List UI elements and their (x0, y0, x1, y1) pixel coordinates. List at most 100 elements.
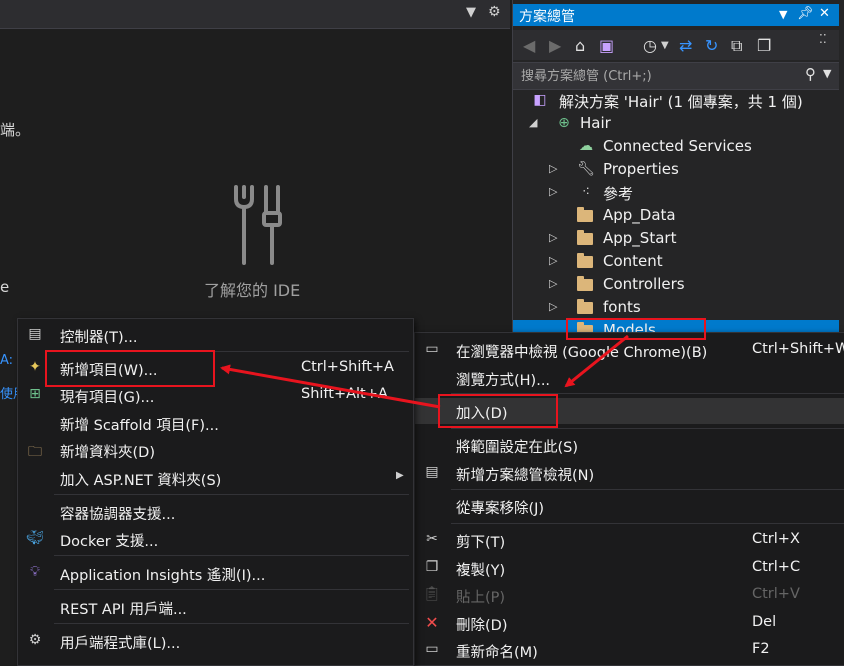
tree-item-label: App_Data (603, 206, 676, 224)
gear-icon[interactable]: ⚙ (488, 4, 501, 20)
tree-item-label: Content (603, 252, 663, 270)
menu-separator (54, 494, 409, 495)
panel-title: 方案總管 (519, 9, 575, 25)
tree-item-folder[interactable]: App_Data (513, 205, 839, 228)
menu-item-new-solution-view[interactable]: ▤ 新增方案總管檢視(N) (415, 460, 844, 486)
tree-item-label: Properties (603, 160, 679, 178)
menu-item-browse-with[interactable]: 瀏覽方式(H)... (415, 365, 844, 391)
refresh-icon[interactable]: ↻ (705, 36, 718, 55)
menu-item-view-in-browser[interactable]: ▭ 在瀏覽器中檢視 (Google Chrome)(B) Ctrl+Shift+… (415, 337, 844, 363)
new-folder-icon: 🗀︎ (28, 444, 42, 460)
collapsed-arrow-icon[interactable]: ▷ (549, 277, 557, 290)
collapsed-arrow-icon[interactable]: ▷ (549, 185, 557, 198)
menu-item-exclude-from-project[interactable]: 從專案移除(J) (415, 493, 844, 519)
menu-item-label: 新增 Scaffold 項目(F)... (60, 418, 219, 434)
menu-item-docker-support[interactable]: 🐳︎ Docker 支援... (18, 526, 413, 552)
folder-icon (577, 207, 593, 222)
folder-icon (577, 276, 593, 291)
tree-item-label: 參考 (603, 185, 634, 203)
tree-item-folder[interactable]: ▷ fonts (513, 297, 839, 320)
menu-item-client-library[interactable]: ⚙ 用戶端程式庫(L)... (18, 628, 413, 654)
link-fragment[interactable]: A: (0, 353, 13, 368)
dropdown-icon[interactable]: ▼ (779, 8, 787, 21)
learn-ide-link[interactable]: 了解您的 IDE (204, 277, 300, 301)
delete-x-icon: ✕ (425, 613, 439, 632)
solution-explorer-header: 方案總管 ▼ 📌︎ ✕ (513, 4, 839, 26)
tree-item-folder[interactable]: ▷ App_Start (513, 228, 839, 251)
solution-icon: ◧ (533, 92, 547, 108)
new-item-icon: ✦ (29, 359, 41, 375)
connected-services-icon: ☁ (579, 138, 593, 154)
menu-separator (451, 428, 844, 429)
search-icon[interactable]: ⚲ (805, 65, 816, 83)
close-icon[interactable]: ✕ (819, 6, 830, 21)
text-fragment: 端。 (0, 121, 31, 139)
overflow-icon[interactable]: ⁚⁚ (819, 32, 827, 46)
highlight-box-add (438, 394, 558, 428)
tree-item-folder[interactable]: ▷ Content (513, 251, 839, 274)
menu-item-rest-api-client[interactable]: REST API 用戶端... (18, 594, 413, 620)
sync-icon[interactable]: ⇄ (679, 36, 692, 55)
menu-item-rename[interactable]: ▭ 重新命名(M) F2 (415, 637, 844, 663)
tree-item-folder[interactable]: ▷ Controllers (513, 274, 839, 297)
menu-item-label: 加入 ASP.NET 資料夾(S) (60, 473, 222, 489)
collapsed-arrow-icon[interactable]: ▷ (549, 231, 557, 244)
menu-item-label: REST API 用戶端... (60, 602, 187, 618)
menu-item-label: 新增資料夾(D) (60, 445, 155, 461)
menu-item-new-folder[interactable]: 🗀︎ 新增資料夾(D) (18, 437, 413, 463)
chevron-down-icon[interactable]: ▼ (661, 40, 669, 51)
controller-icon: ▤ (28, 326, 42, 342)
menu-item-app-insights[interactable]: 💡︎ Application Insights 遙測(I)... (18, 560, 413, 586)
menu-item-scope-to-this[interactable]: 將範圍設定在此(S) (415, 432, 844, 458)
collapsed-arrow-icon[interactable]: ▷ (549, 300, 557, 313)
menu-item-orchestrator-support[interactable]: 容器協調器支援... (18, 499, 413, 525)
tree-item-properties[interactable]: ▷ 🔧︎ Properties (513, 159, 839, 182)
tree-item-connected-services[interactable]: ☁ Connected Services (513, 136, 839, 159)
collapsed-arrow-icon[interactable]: ▷ (549, 162, 557, 175)
solution-explorer-toolbar: ◀ ▶ ⌂ ▣ ◷ ▼ ⇄ ↻ ⧉ ❐ ⁚⁚ (513, 30, 839, 60)
tree-item-references[interactable]: ▷ ⁖ 參考 (513, 182, 839, 205)
menu-item-label: 複製(Y) (456, 563, 506, 579)
collapse-all-icon[interactable]: ⧉ (731, 36, 742, 56)
home-icon[interactable]: ⌂ (575, 36, 585, 55)
forward-icon[interactable]: ▶ (549, 36, 561, 55)
references-icon: ⁖ (581, 184, 591, 200)
menu-item-copy[interactable]: ❐ 複製(Y) Ctrl+C (415, 555, 844, 581)
tree-item-label: Connected Services (603, 137, 752, 155)
back-icon[interactable]: ◀ (523, 36, 535, 55)
shortcut-label: Del (752, 614, 777, 630)
pin-icon[interactable]: 📌︎ (797, 6, 814, 21)
menu-item-controller[interactable]: ▤ 控制器(T)... (18, 322, 413, 348)
tree-item-solution[interactable]: ◧ 解決方案 'Hair' (1 個專案，共 1 個) (513, 90, 839, 113)
dropdown-icon[interactable]: ▼ (466, 5, 476, 20)
menu-item-cut[interactable]: ✂ 剪下(T) Ctrl+X (415, 527, 844, 553)
search-input[interactable] (519, 66, 803, 86)
shortcut-label: Shift+Alt+A (301, 386, 388, 402)
tree-item-project[interactable]: ◢ ⊕ Hair (513, 113, 839, 136)
menu-item-label: 剪下(T) (456, 535, 506, 551)
existing-item-icon: ⊞ (29, 386, 41, 402)
menu-item-delete[interactable]: ✕ 刪除(D) Del (415, 610, 844, 636)
browser-icon: ▭ (425, 341, 439, 357)
menu-item-label: 貼上(P) (456, 590, 506, 606)
expanded-arrow-icon[interactable]: ◢ (529, 116, 537, 129)
switch-views-icon[interactable]: ▣ (599, 36, 614, 55)
collapsed-arrow-icon[interactable]: ▷ (549, 254, 557, 267)
tools-icon (234, 185, 282, 265)
submenu-arrow-icon: ▶ (396, 470, 404, 481)
show-all-files-icon[interactable]: ❐ (757, 36, 771, 55)
menu-item-add-aspnet-folder[interactable]: 加入 ASP.NET 資料夾(S) ▶ (18, 465, 413, 491)
pending-changes-icon[interactable]: ◷ (643, 36, 657, 55)
menu-item-label: 用戶端程式庫(L)... (60, 636, 181, 652)
menu-separator (54, 623, 409, 624)
tree-item-label: fonts (603, 298, 641, 316)
tree-item-label: App_Start (603, 229, 677, 247)
menu-item-new-scaffold[interactable]: 新增 Scaffold 項目(F)... (18, 410, 413, 436)
chevron-down-icon[interactable]: ▼ (823, 67, 831, 80)
tree-item-label: Controllers (603, 275, 685, 293)
folder-icon (577, 299, 593, 314)
docker-icon: 🐳︎ (26, 530, 44, 546)
menu-separator (54, 589, 409, 590)
text-fragment: e (0, 278, 10, 296)
context-menu: ▭ 在瀏覽器中檢視 (Google Chrome)(B) Ctrl+Shift+… (414, 332, 844, 666)
